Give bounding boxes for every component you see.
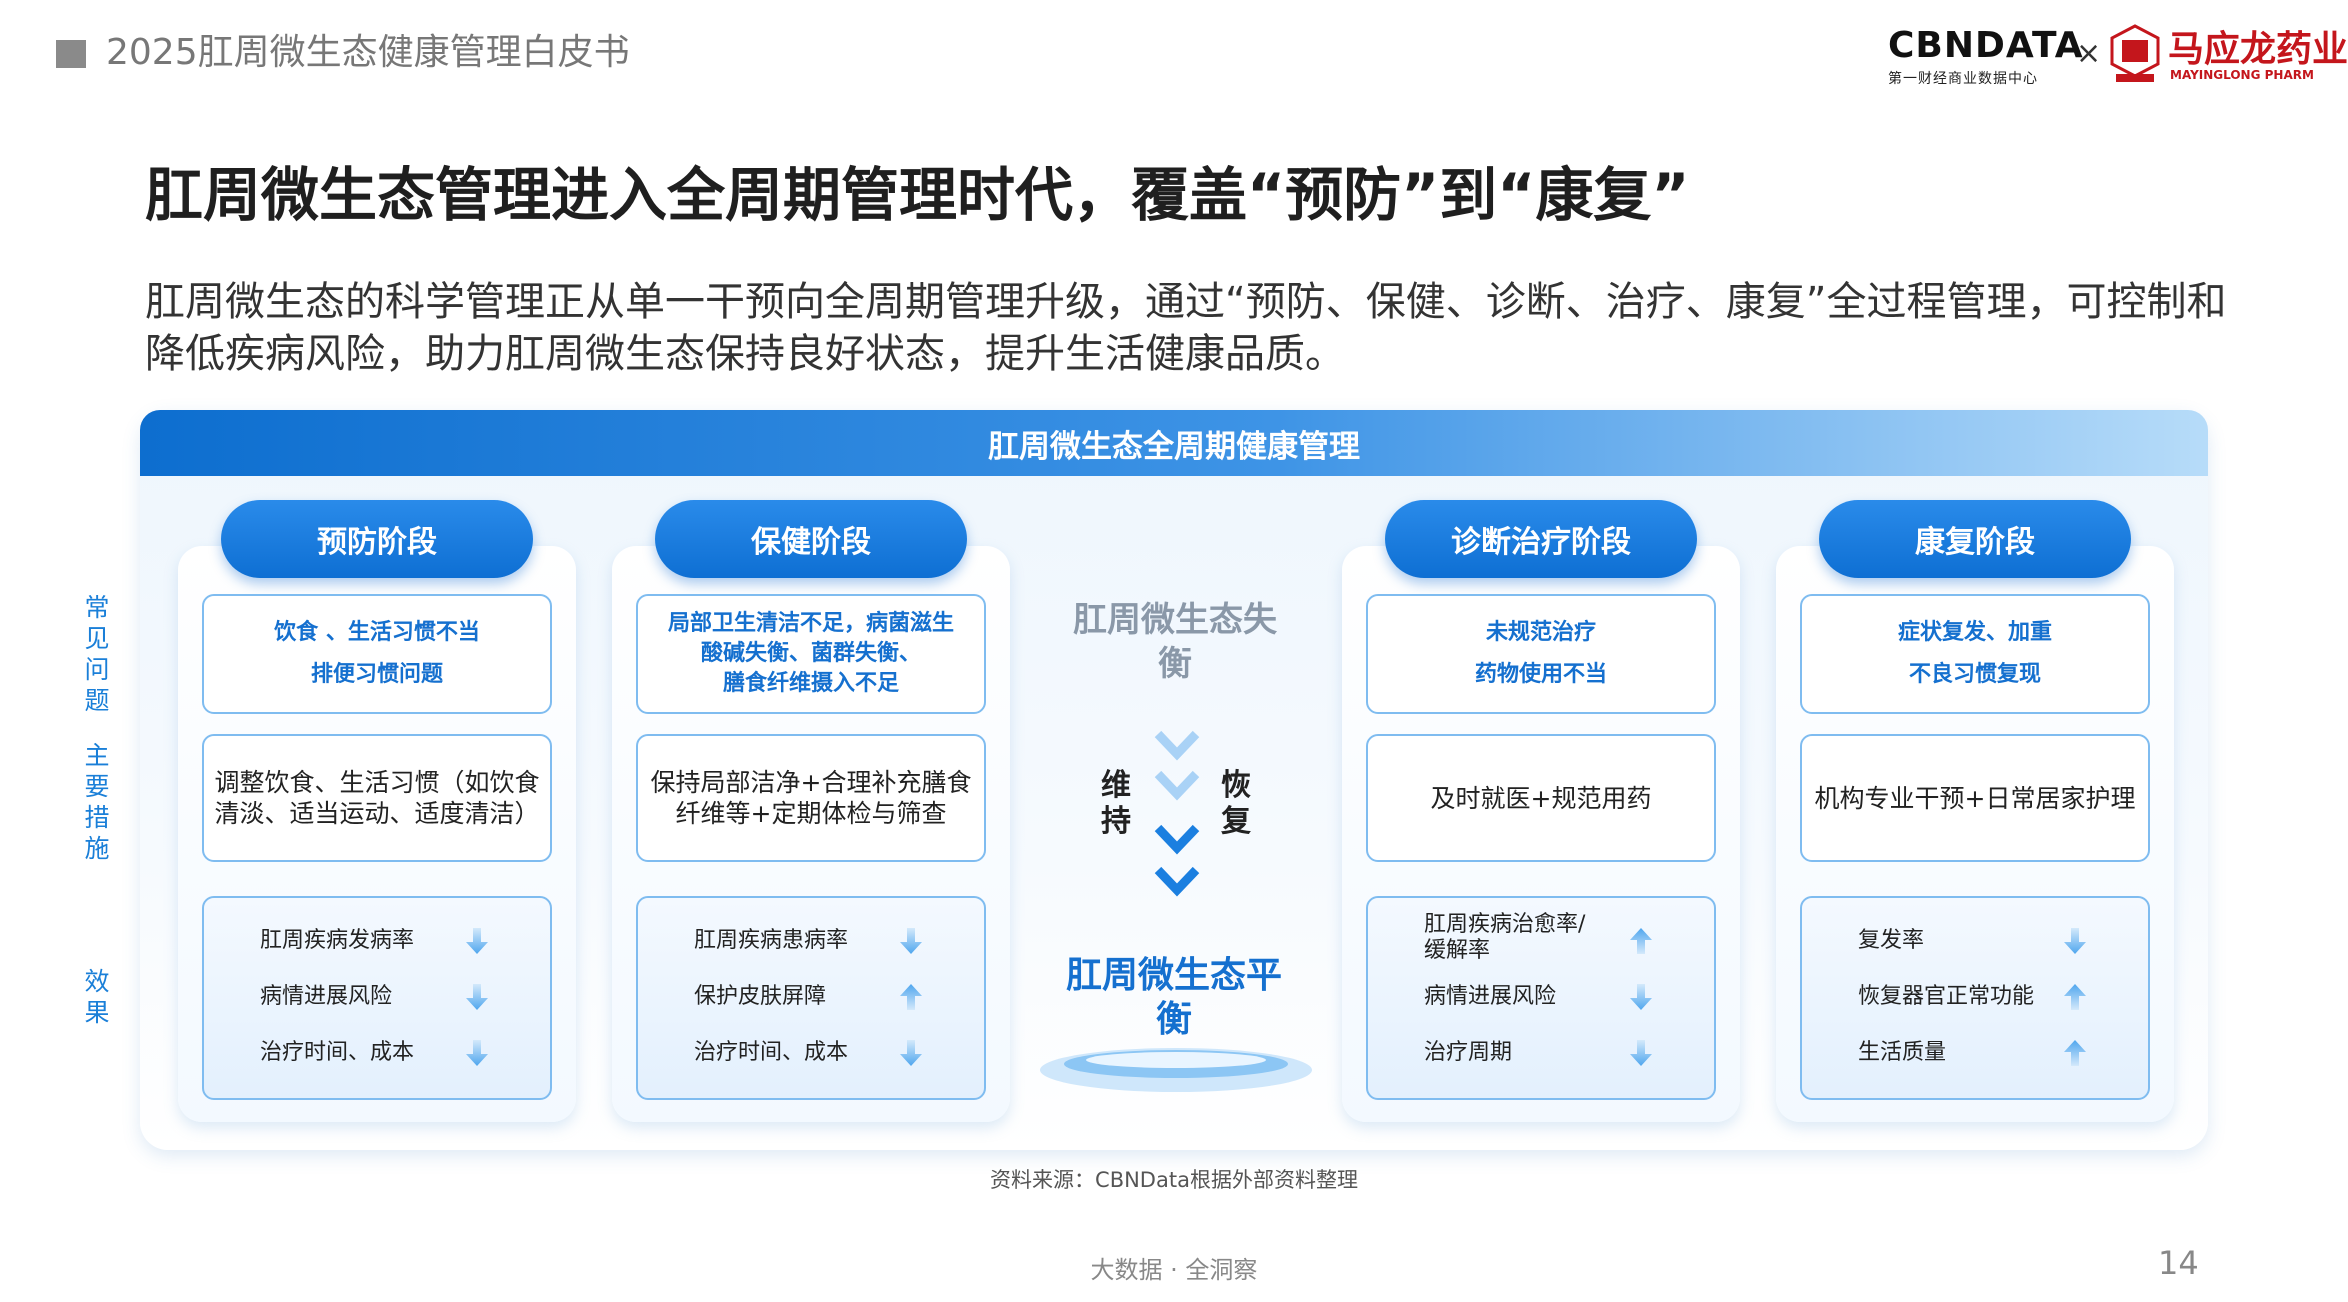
stage-pill-prevention: 预防阶段 bbox=[221, 500, 533, 578]
panel-header: 肛周微生态全周期健康管理 bbox=[140, 410, 2208, 476]
mayinglong-logo-subtitle: MAYINGLONG PHARM bbox=[2170, 68, 2314, 82]
page-number: 14 bbox=[2158, 1244, 2199, 1282]
effect-item: 病情进展风险 bbox=[1424, 984, 1557, 1009]
effect-item: 肛周疾病患病率 bbox=[694, 928, 849, 953]
effects-box-prevention: 肛周疾病发病率 病情进展风险 治疗时间、成本 bbox=[202, 896, 552, 1100]
chevron-down-icon bbox=[1154, 866, 1200, 897]
effect-item: 治疗时间、成本 bbox=[260, 1040, 415, 1065]
logo-separator: × bbox=[2076, 36, 2102, 71]
effect-item: 肛周疾病治愈率/缓解率 bbox=[1424, 912, 1586, 963]
problem-item: 不良习惯复现 bbox=[1908, 662, 2041, 687]
effects-box-diagnosis: 肛周疾病治愈率/缓解率 病情进展风险 治疗周期 bbox=[1366, 896, 1716, 1100]
header-marker bbox=[56, 40, 86, 68]
arrow-down-icon bbox=[2064, 928, 2086, 954]
problem-item: 局部卫生清洁不足，病菌滋生 bbox=[667, 611, 954, 636]
arrow-up-icon bbox=[2064, 1040, 2086, 1066]
side-label-effects: 效果 bbox=[84, 967, 110, 1027]
stage-pill-diagnosis: 诊断治疗阶段 bbox=[1385, 500, 1697, 578]
chevron-down-icon bbox=[1154, 730, 1200, 761]
measure-box-rehabilitation: 机构专业干预+日常居家护理 bbox=[1800, 734, 2150, 862]
arrow-down-icon bbox=[466, 1040, 488, 1066]
chevron-down-icon bbox=[1154, 824, 1200, 855]
side-label-measures: 主要措施 bbox=[84, 741, 110, 863]
measure-box-diagnosis: 及时就医+规范用药 bbox=[1366, 734, 1716, 862]
effect-item: 治疗时间、成本 bbox=[694, 1040, 849, 1065]
effect-item: 保护皮肤屏障 bbox=[694, 984, 827, 1009]
recover-label: 恢复 bbox=[1221, 768, 1251, 839]
arrow-up-icon bbox=[900, 984, 922, 1010]
problem-item: 药物使用不当 bbox=[1474, 662, 1607, 687]
problem-item: 未规范治疗 bbox=[1485, 620, 1596, 645]
page-subtitle: 肛周微生态的科学管理正从单一干预向全周期管理升级，通过“预防、保健、诊断、治疗、… bbox=[145, 279, 2227, 377]
problems-box-healthcare: 局部卫生清洁不足，病菌滋生 酸碱失衡、菌群失衡、 膳食纤维摄入不足 bbox=[636, 594, 986, 714]
report-title: 2025肛周微生态健康管理白皮书 bbox=[106, 32, 630, 73]
balance-label: 肛周微生态平衡 bbox=[1065, 955, 1282, 1040]
effect-item: 治疗周期 bbox=[1424, 1040, 1513, 1065]
arrow-down-icon bbox=[1630, 1040, 1652, 1066]
mayinglong-seal-icon bbox=[2110, 24, 2160, 82]
source-note: 资料来源：CBNData根据外部资料整理 bbox=[990, 1168, 1358, 1192]
arrow-down-icon bbox=[900, 928, 922, 954]
arrow-down-icon bbox=[900, 1040, 922, 1066]
mayinglong-logo: 马应龙药业 bbox=[2168, 29, 2348, 70]
chevron-down-icon bbox=[1154, 770, 1200, 801]
platform-disc-icon bbox=[1040, 1048, 1312, 1092]
problem-item: 饮食 、生活习惯不当 bbox=[274, 620, 480, 645]
problem-item: 症状复发、加重 bbox=[1897, 620, 2052, 645]
effects-box-healthcare: 肛周疾病患病率 保护皮肤屏障 治疗时间、成本 bbox=[636, 896, 986, 1100]
effects-box-rehabilitation: 复发率 恢复器官正常功能 生活质量 bbox=[1800, 896, 2150, 1100]
arrow-up-icon bbox=[2064, 984, 2086, 1010]
arrow-up-icon bbox=[1630, 928, 1652, 954]
problem-item: 排便习惯问题 bbox=[310, 662, 443, 687]
effect-item: 生活质量 bbox=[1858, 1040, 1947, 1065]
effect-item: 肛周疾病发病率 bbox=[260, 928, 415, 953]
cbndata-logo: CBNDATA bbox=[1888, 25, 2084, 66]
effect-item: 恢复器官正常功能 bbox=[1858, 984, 2035, 1009]
problems-box-rehabilitation: 症状复发、加重 不良习惯复现 bbox=[1800, 594, 2150, 714]
side-label-problems: 常见问题 bbox=[84, 593, 110, 715]
problems-box-diagnosis: 未规范治疗 药物使用不当 bbox=[1366, 594, 1716, 714]
effect-item: 复发率 bbox=[1858, 928, 1925, 953]
stage-pill-rehabilitation: 康复阶段 bbox=[1819, 500, 2131, 578]
cbndata-logo-subtitle: 第一财经商业数据中心 bbox=[1888, 71, 2038, 87]
page-title: 肛周微生态管理进入全周期管理时代，覆盖“预防”到“康复” bbox=[145, 161, 1690, 229]
maintain-label: 维持 bbox=[1101, 768, 1131, 839]
problem-item: 膳食纤维摄入不足 bbox=[722, 671, 899, 696]
measure-box-prevention: 调整饮食、生活习惯（如饮食清淡、适当运动、适度清洁） bbox=[202, 734, 552, 862]
footer-slogan: 大数据 · 全洞察 bbox=[1090, 1256, 1258, 1284]
stage-pill-healthcare: 保健阶段 bbox=[655, 500, 967, 578]
problem-item: 酸碱失衡、菌群失衡、 bbox=[700, 641, 921, 666]
measure-box-healthcare: 保持局部洁净+合理补充膳食纤维等+定期体检与筛查 bbox=[636, 734, 986, 862]
problems-box-prevention: 饮食 、生活习惯不当 排便习惯问题 bbox=[202, 594, 552, 714]
arrow-down-icon bbox=[466, 928, 488, 954]
effect-item: 病情进展风险 bbox=[260, 984, 393, 1009]
arrow-down-icon bbox=[466, 984, 488, 1010]
imbalance-label: 肛周微生态失衡 bbox=[1073, 600, 1277, 684]
arrow-down-icon bbox=[1630, 984, 1652, 1010]
